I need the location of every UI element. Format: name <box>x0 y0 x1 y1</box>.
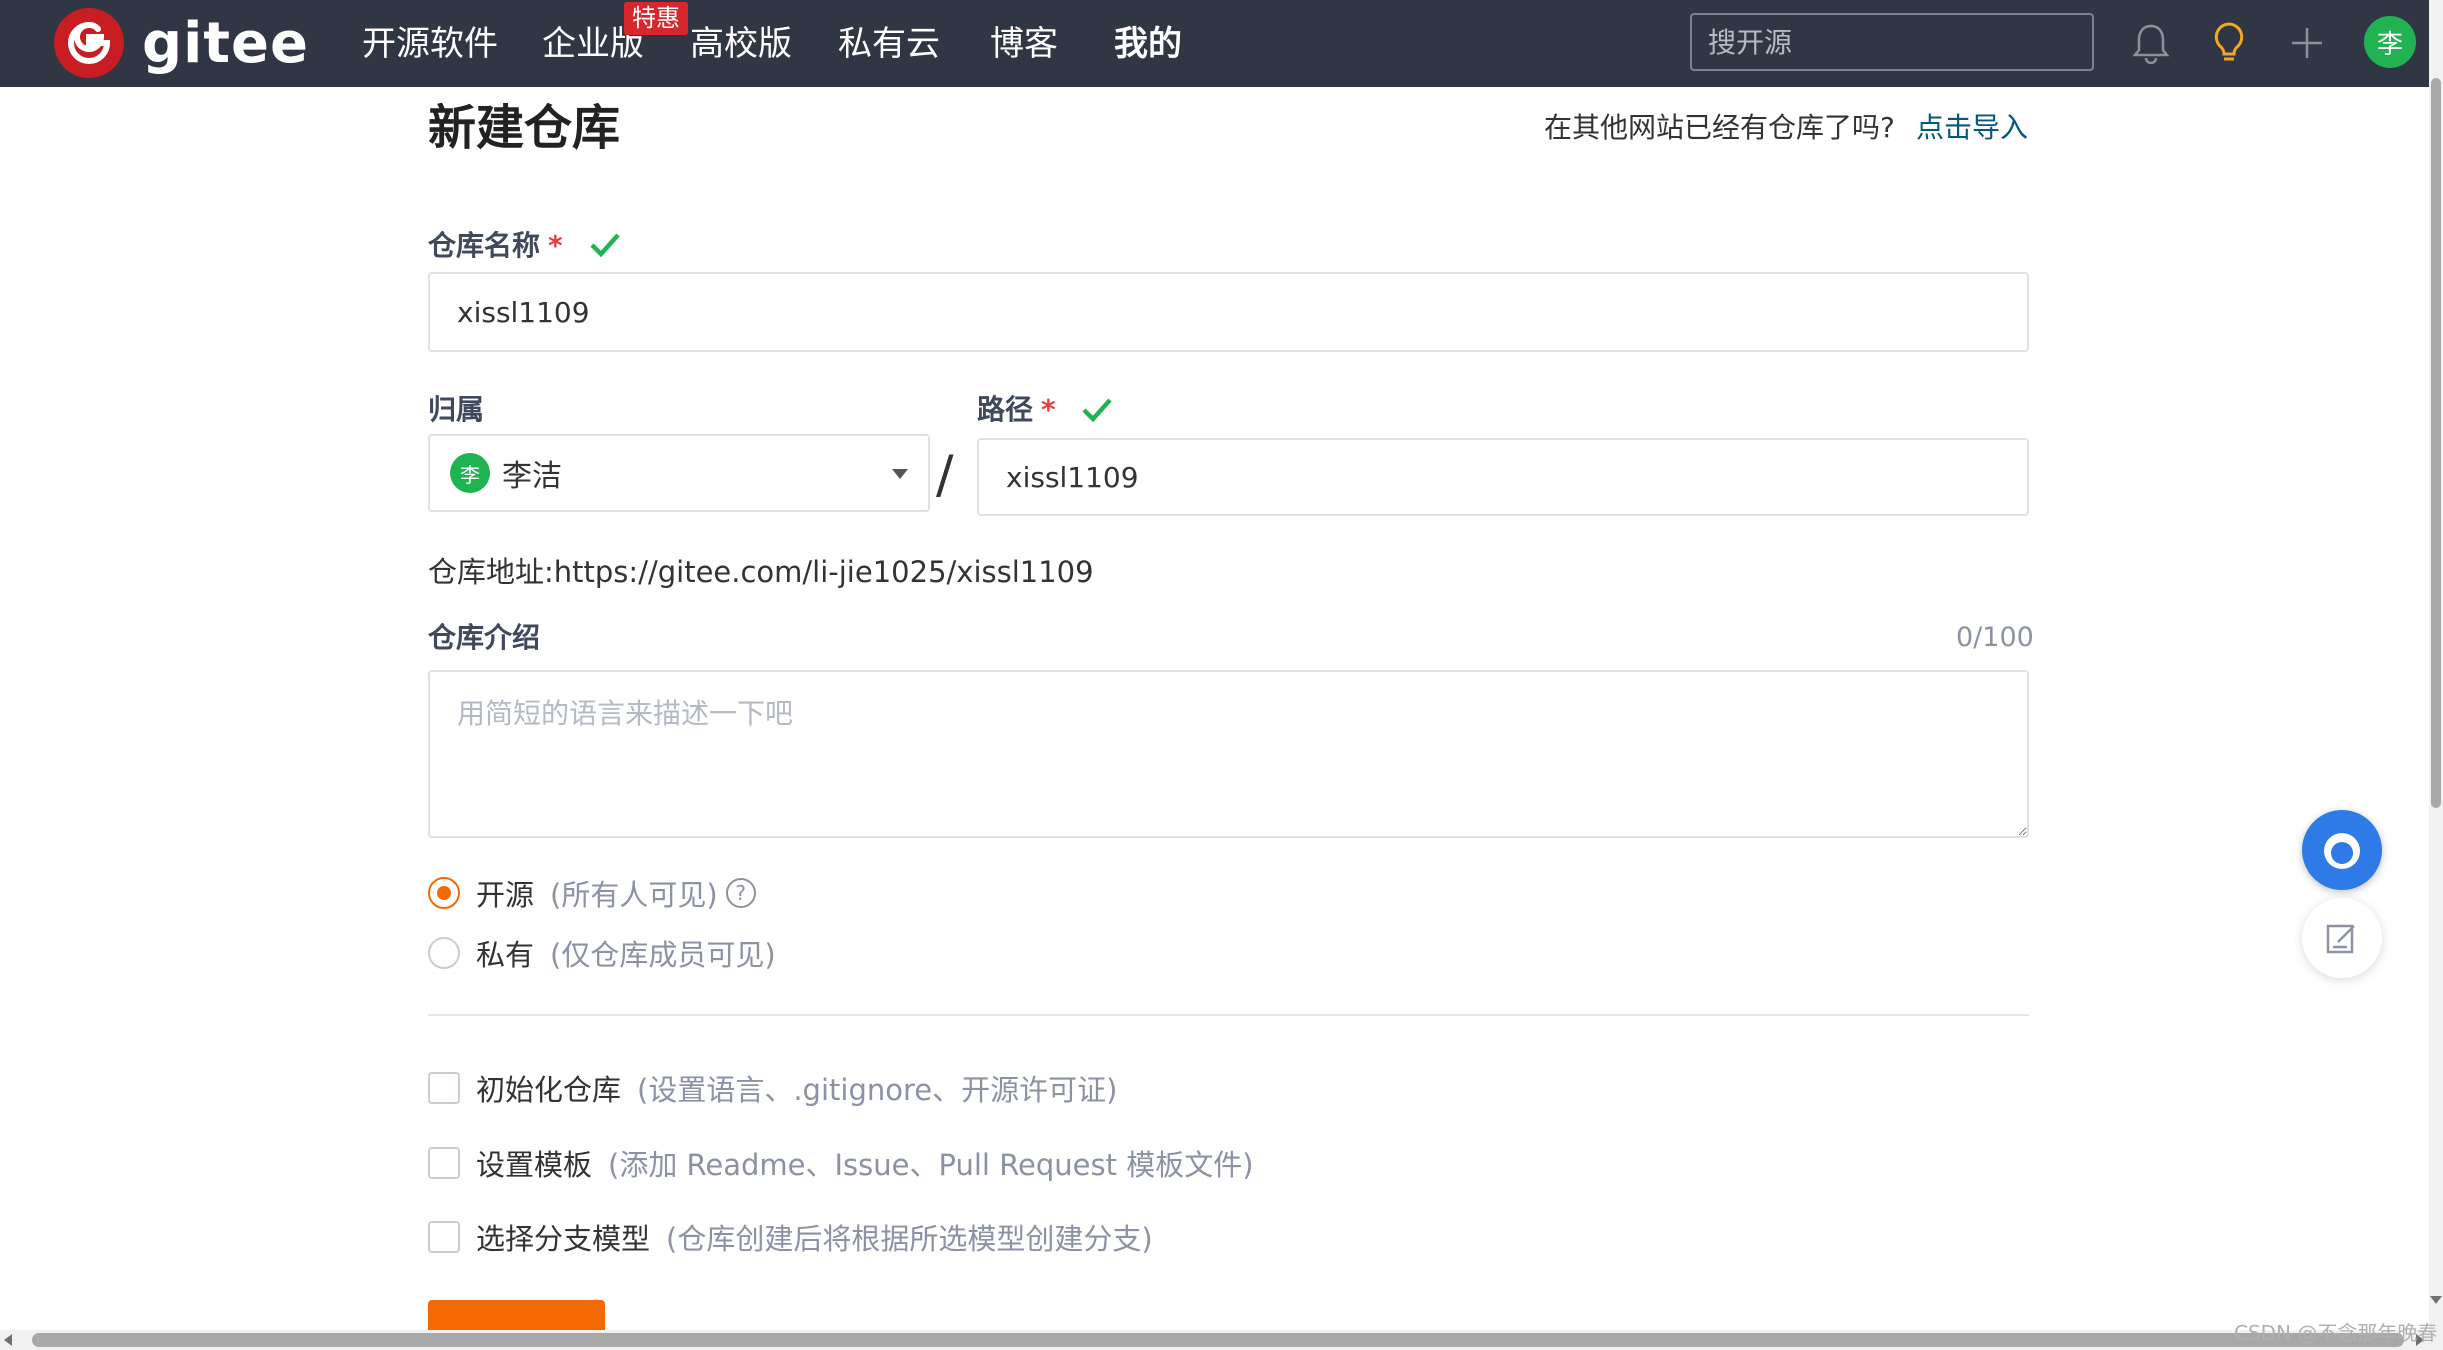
repo-url: 仓库地址:https://gitee.com/li-jie1025/xissl1… <box>428 552 1094 592</box>
repo-name-value: xissl1109 <box>457 295 590 329</box>
page-title: 新建仓库 <box>428 100 621 156</box>
path-value: xissl1109 <box>1006 460 1139 494</box>
scroll-left-arrow-icon[interactable] <box>4 1334 12 1346</box>
gitee-logo[interactable]: gitee <box>54 8 309 78</box>
intro-label: 仓库介绍 <box>428 621 541 654</box>
valid-check-icon <box>590 232 620 262</box>
repo-url-label: 仓库地址: <box>428 555 554 589</box>
nav-education[interactable]: 高校版 <box>690 20 792 68</box>
option-template-label: 设置模板 <box>476 1148 593 1182</box>
option-init-repo-label: 初始化仓库 <box>476 1073 622 1107</box>
option-branch-model-label: 选择分支模型 <box>476 1222 651 1256</box>
nav-open-source[interactable]: 开源软件 <box>362 20 498 68</box>
repo-name-label-text: 仓库名称 <box>428 229 541 262</box>
option-template-hint: (添加 Readme、Issue、Pull Request 模板文件) <box>608 1148 1254 1182</box>
intro-textarea[interactable] <box>428 670 2029 838</box>
visibility-private-label: 私有 <box>476 938 535 972</box>
gitee-logo-icon <box>54 8 124 78</box>
option-init-repo-hint: (设置语言、.gitignore、开源许可证) <box>637 1073 1118 1107</box>
visibility-private-option[interactable]: 私有 (仅仓库成员可见) <box>428 932 776 974</box>
assistant-icon[interactable] <box>2302 810 2382 890</box>
path-separator: / <box>936 445 954 505</box>
valid-check-icon <box>1082 397 1112 427</box>
watermark: CSDN @不念那年晚春 <box>2234 1321 2438 1345</box>
vertical-scroll-thumb[interactable] <box>2431 78 2441 808</box>
nav-mine[interactable]: 我的 <box>1114 20 1182 68</box>
owner-name: 李洁 <box>502 459 562 494</box>
owner-select[interactable]: 李 李洁 <box>428 434 930 512</box>
visibility-private-hint: (仅仓库成员可见) <box>550 938 776 972</box>
lightbulb-icon[interactable] <box>2204 18 2254 68</box>
user-avatar[interactable]: 李 <box>2364 16 2416 68</box>
horizontal-scroll-thumb[interactable] <box>32 1333 2404 1347</box>
repo-name-label: 仓库名称 * <box>428 226 563 266</box>
owner-avatar: 李 <box>450 453 490 493</box>
checkbox-branch-model[interactable] <box>428 1221 460 1253</box>
promo-badge: 特惠 <box>624 2 688 35</box>
option-branch-model-hint: (仓库创建后将根据所选模型创建分支) <box>666 1222 1153 1256</box>
repo-url-value: https://gitee.com/li-jie1025/xissl1109 <box>553 555 1094 589</box>
scroll-down-arrow-icon[interactable] <box>2430 1296 2442 1304</box>
radio-private[interactable] <box>428 937 460 969</box>
owner-label: 归属 <box>428 393 485 426</box>
path-label-text: 路径 <box>977 393 1034 426</box>
path-label: 路径 * <box>977 390 1056 430</box>
path-input[interactable]: xissl1109 <box>977 438 2029 516</box>
visibility-public-option[interactable]: 开源 (所有人可见) ? <box>428 872 756 914</box>
option-init-repo[interactable]: 初始化仓库 (设置语言、.gitignore、开源许可证) <box>428 1067 1117 1109</box>
intro-char-counter: 0/100 <box>1956 622 2034 653</box>
checkbox-init-repo[interactable] <box>428 1072 460 1104</box>
required-mark: * <box>548 229 563 262</box>
visibility-public-hint: (所有人可见) <box>550 878 718 912</box>
option-template[interactable]: 设置模板 (添加 Readme、Issue、Pull Request 模板文件) <box>428 1142 1254 1184</box>
divider <box>428 1014 2029 1016</box>
required-mark: * <box>1041 393 1056 426</box>
logo-text: gitee <box>142 10 310 76</box>
radio-public[interactable] <box>428 877 460 909</box>
search-input[interactable] <box>1690 13 2094 71</box>
nav-blog[interactable]: 博客 <box>990 20 1058 68</box>
help-icon[interactable]: ? <box>725 878 756 908</box>
import-link[interactable]: 点击导入 <box>1916 108 2028 148</box>
chevron-down-icon <box>892 469 908 479</box>
option-branch-model[interactable]: 选择分支模型 (仓库创建后将根据所选模型创建分支) <box>428 1216 1153 1258</box>
plus-icon[interactable] <box>2282 18 2332 68</box>
top-navbar: gitee 开源软件 企业版 特惠 高校版 私有云 博客 我的 李 <box>0 0 2429 87</box>
bell-icon[interactable] <box>2126 18 2176 68</box>
visibility-public-label: 开源 <box>476 878 535 912</box>
import-prompt: 在其他网站已经有仓库了吗? <box>1544 111 1895 144</box>
feedback-edit-icon[interactable] <box>2302 898 2382 978</box>
create-button[interactable] <box>428 1300 605 1330</box>
nav-private-cloud[interactable]: 私有云 <box>838 20 940 68</box>
checkbox-template[interactable] <box>428 1147 460 1179</box>
repo-name-input[interactable]: xissl1109 <box>428 272 2029 352</box>
